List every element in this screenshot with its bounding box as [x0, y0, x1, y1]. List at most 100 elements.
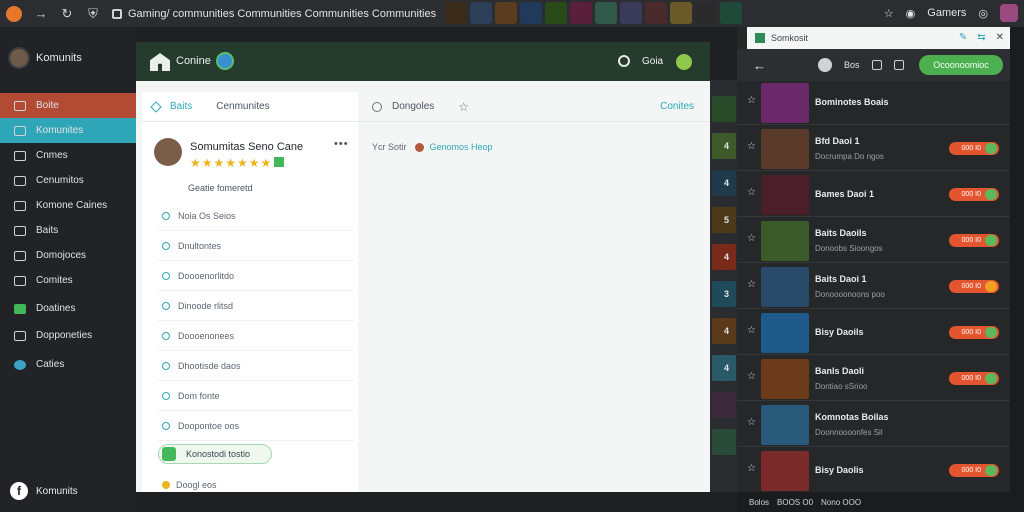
- share-icon[interactable]: ⇆: [977, 32, 985, 43]
- game-row[interactable]: ☆ Bisy Daolis 000 I0: [737, 449, 1010, 493]
- tab-baits[interactable]: Baits: [150, 100, 192, 113]
- favorite-star-icon[interactable]: ☆: [747, 141, 756, 152]
- browser-user[interactable]: Gamers: [927, 7, 966, 19]
- avatar[interactable]: [154, 138, 182, 166]
- panel-user[interactable]: Bos: [844, 60, 860, 70]
- favorite-star-icon[interactable]: ☆: [747, 371, 756, 382]
- favorite-star-icon[interactable]: ☆: [747, 187, 756, 198]
- tab-thumbnail[interactable]: [445, 2, 467, 24]
- game-row[interactable]: ☆ Banls Daoli Dontiao sSrioo 000 I0: [737, 357, 1010, 401]
- sidebar-item[interactable]: Dopponeties: [0, 323, 136, 348]
- favorite-star-icon[interactable]: ☆: [747, 233, 756, 244]
- breadcrumb-link[interactable]: Genomos Heop: [430, 142, 493, 152]
- game-status-toggle[interactable]: 000 I0: [949, 234, 999, 247]
- favorite-star-icon[interactable]: ☆: [747, 279, 756, 290]
- user-badge-icon[interactable]: [676, 54, 692, 70]
- strip-game-thumbnail[interactable]: [712, 429, 736, 455]
- list-item[interactable]: Dom fonte: [158, 382, 354, 411]
- list-item[interactable]: Noia Os Seios: [158, 202, 354, 231]
- brand[interactable]: Komunits: [8, 47, 82, 69]
- list-item[interactable]: Doooenorlitdo: [158, 262, 354, 291]
- game-thumbnail[interactable]: [761, 405, 809, 445]
- game-status-toggle[interactable]: 000 I0: [949, 280, 999, 293]
- tab-thumbnail[interactable]: [670, 2, 692, 24]
- pin-icon[interactable]: ✎: [959, 32, 967, 43]
- account-icon[interactable]: ◉: [906, 7, 916, 20]
- tab-thumbnail[interactable]: [645, 2, 667, 24]
- tab-thumbnail[interactable]: [620, 2, 642, 24]
- favorite-star-icon[interactable]: ☆: [747, 325, 756, 336]
- strip-game-thumbnail[interactable]: [712, 392, 736, 418]
- game-row[interactable]: ☆ Bames Daoi 1 000 I0: [737, 173, 1010, 217]
- game-status-toggle[interactable]: 000 I0: [949, 142, 999, 155]
- game-thumbnail[interactable]: [761, 129, 809, 169]
- address-bar[interactable]: Gaming/ communities Communities Communit…: [112, 4, 442, 23]
- settings-icon[interactable]: [893, 60, 904, 70]
- tab-online[interactable]: Conites: [660, 101, 694, 112]
- game-thumbnail[interactable]: [761, 83, 809, 123]
- sidebar-item[interactable]: Comites: [0, 268, 136, 293]
- game-thumbnail[interactable]: [761, 451, 809, 491]
- game-thumbnail[interactable]: [761, 221, 809, 261]
- tab-thumbnail[interactable]: [545, 2, 567, 24]
- window-icon[interactable]: [871, 60, 882, 70]
- tab-thumbnail[interactable]: [470, 2, 492, 24]
- sidebar-item[interactable]: Cnmes: [0, 143, 136, 168]
- footer-item[interactable]: Nono OOO: [821, 498, 861, 507]
- game-status-toggle[interactable]: 000 I0: [949, 464, 999, 477]
- reload-icon[interactable]: ↻: [58, 5, 76, 23]
- back-arrow-icon[interactable]: ←: [753, 58, 766, 73]
- strip-game-thumbnail[interactable]: [712, 96, 736, 122]
- footer-link[interactable]: f Komunits: [10, 482, 78, 500]
- sidebar-item[interactable]: Domojoces: [0, 243, 136, 268]
- header-user[interactable]: Goia: [642, 56, 663, 67]
- game-row[interactable]: ☆ Bfd Daoi 1 Docrumpa Do ngos 000 I0: [737, 127, 1010, 171]
- close-icon[interactable]: ✕: [996, 32, 1004, 43]
- tab-thumbnail[interactable]: [720, 2, 742, 24]
- favorite-star-icon[interactable]: ☆: [747, 463, 756, 474]
- tab-thumbnail[interactable]: [595, 2, 617, 24]
- tab-communities[interactable]: Cenmunites: [216, 101, 269, 112]
- list-item[interactable]: Dinoode rlitsd: [158, 292, 354, 321]
- home-icon[interactable]: [150, 53, 170, 71]
- info-icon[interactable]: [818, 58, 832, 72]
- game-row[interactable]: ☆ Baits Daoi 1 Donoooonoons poo 000 I0: [737, 265, 1010, 309]
- favorite-star-icon[interactable]: ☆: [458, 100, 469, 114]
- tab-thumbnail[interactable]: [695, 2, 717, 24]
- shield-icon[interactable]: ⛨: [84, 5, 102, 23]
- sidebar-item[interactable]: Komunites: [0, 118, 136, 143]
- game-thumbnail[interactable]: [761, 267, 809, 307]
- search-icon[interactable]: [618, 55, 630, 67]
- favorite-star-icon[interactable]: ☆: [747, 95, 756, 106]
- tab-thumbnail[interactable]: [495, 2, 517, 24]
- game-status-toggle[interactable]: 000 I0: [949, 188, 999, 201]
- sidebar-item[interactable]: Komone Caines: [0, 193, 136, 218]
- avatar[interactable]: [1000, 4, 1018, 22]
- bottom-link[interactable]: Doogl eos: [162, 480, 217, 490]
- game-status-toggle[interactable]: 000 I0: [949, 326, 999, 339]
- tab-dongoles[interactable]: Dongoles: [372, 101, 434, 112]
- sidebar-item[interactable]: Baits: [0, 218, 136, 243]
- game-row[interactable]: ☆ Bisy Daoils 000 I0: [737, 311, 1010, 355]
- sidebar-item[interactable]: Caties: [0, 352, 136, 377]
- profile-icon[interactable]: ◎: [978, 7, 988, 20]
- tab-thumbnail[interactable]: [570, 2, 592, 24]
- game-row[interactable]: ☆ Komnotas Boilas Doonnoooonfes Sil: [737, 403, 1010, 447]
- footer-item[interactable]: Bolos: [749, 498, 769, 507]
- sidebar-item[interactable]: Boite: [0, 93, 136, 118]
- more-options-icon[interactable]: •••: [334, 138, 349, 150]
- game-thumbnail[interactable]: [761, 359, 809, 399]
- browser-logo-icon[interactable]: [6, 5, 22, 22]
- forward-icon[interactable]: →: [32, 5, 50, 23]
- action-pill-button[interactable]: Konostodi tostio: [158, 444, 272, 464]
- game-thumbnail[interactable]: [761, 175, 809, 215]
- list-item[interactable]: Doooenonees: [158, 322, 354, 351]
- tab-thumbnail[interactable]: [520, 2, 542, 24]
- favorite-star-icon[interactable]: ☆: [747, 417, 756, 428]
- star-icon[interactable]: ☆: [884, 7, 894, 20]
- game-thumbnail[interactable]: [761, 313, 809, 353]
- list-item[interactable]: Doopontoe oos: [158, 412, 354, 441]
- game-row[interactable]: ☆ Baits Daoils Donoobs Sioongos 000 I0: [737, 219, 1010, 263]
- footer-item[interactable]: BOOS O0: [777, 498, 813, 507]
- join-button[interactable]: Ocoonoomioc: [919, 55, 1003, 75]
